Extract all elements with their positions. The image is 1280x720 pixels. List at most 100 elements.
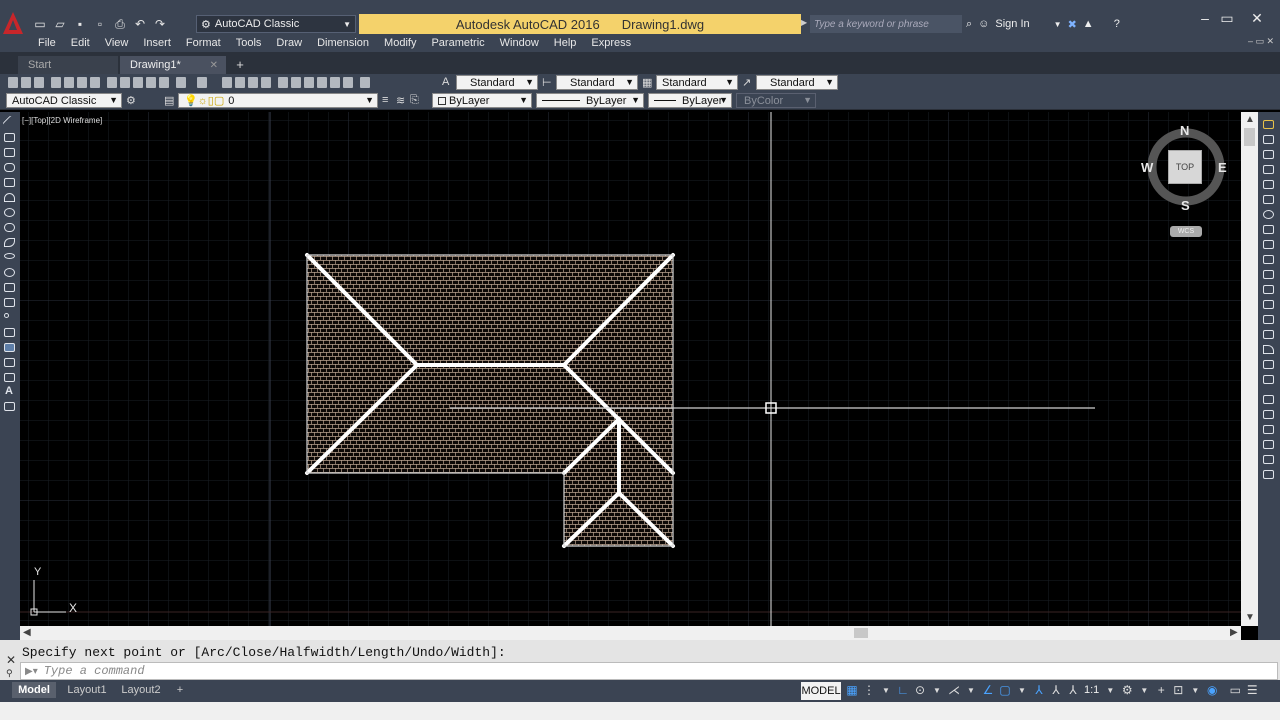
draworder-front-icon[interactable]	[1263, 395, 1274, 404]
menu-insert[interactable]: Insert	[143, 37, 171, 49]
help-icon[interactable]: ?	[1114, 18, 1120, 30]
insert-block-icon[interactable]	[4, 283, 15, 292]
layer-previous-icon[interactable]: ≋	[396, 94, 405, 107]
save-as-icon[interactable]: ▫	[92, 16, 108, 32]
menu-parametric[interactable]: Parametric	[431, 37, 484, 49]
break-icon[interactable]	[1263, 300, 1274, 309]
table-icon[interactable]	[4, 373, 15, 382]
viewcube-west[interactable]: W	[1141, 160, 1153, 175]
circle-icon[interactable]	[4, 208, 15, 217]
markup-icon[interactable]	[330, 77, 340, 88]
menu-format[interactable]: Format	[186, 37, 221, 49]
tool-palettes-icon[interactable]	[304, 77, 314, 88]
properties-icon[interactable]	[278, 77, 288, 88]
isodraft-icon[interactable]: ⋌	[948, 683, 960, 697]
command-settings-icon[interactable]: ⚲	[6, 668, 13, 679]
add-selected-icon[interactable]	[4, 402, 15, 411]
viewport-controls-label[interactable]: [−][Top][2D Wireframe]	[22, 116, 102, 125]
polygon-icon[interactable]	[4, 163, 15, 172]
new-tab-button[interactable]: +	[232, 56, 248, 72]
horizontal-scroll-thumb[interactable]	[854, 628, 868, 638]
layer-properties-icon[interactable]: ▤	[164, 94, 174, 107]
block-editor-icon[interactable]	[159, 77, 169, 88]
join-icon[interactable]	[1263, 315, 1274, 324]
command-input[interactable]: ▶▾ Type a command	[20, 662, 1278, 680]
chevron-down-icon[interactable]: ▼	[1054, 20, 1062, 29]
chevron-down-icon[interactable]: ▼	[1189, 684, 1201, 696]
snap-icon[interactable]: ⋮	[863, 683, 875, 697]
close-icon[interactable]: ✕	[6, 653, 16, 667]
menu-draw[interactable]: Draw	[276, 37, 302, 49]
chevron-down-icon[interactable]: ▼	[1138, 684, 1150, 696]
quickcalc-icon[interactable]	[343, 77, 353, 88]
copy-icon[interactable]	[120, 77, 130, 88]
menu-edit[interactable]: Edit	[71, 37, 90, 49]
scroll-up-icon[interactable]: ▲	[1245, 114, 1255, 125]
ellipse-icon[interactable]	[4, 253, 15, 259]
save-icon[interactable]: ▪	[72, 16, 88, 32]
workspace-toolbar-select[interactable]: AutoCAD Classic ▼	[6, 93, 122, 108]
menu-view[interactable]: View	[105, 37, 129, 49]
vertical-scrollbar[interactable]: ▲ ▼	[1241, 112, 1258, 626]
text-front-icon[interactable]	[1263, 455, 1274, 464]
menu-file[interactable]: File	[38, 37, 56, 49]
sheet-set-icon[interactable]	[317, 77, 327, 88]
vertical-scroll-thumb[interactable]	[1244, 128, 1255, 146]
ortho-icon[interactable]: ∟	[897, 683, 909, 697]
menu-modify[interactable]: Modify	[384, 37, 416, 49]
region-icon[interactable]	[4, 358, 15, 367]
menu-express[interactable]: Express	[591, 37, 631, 49]
autocad-logo-icon[interactable]	[2, 4, 24, 34]
chevron-down-icon[interactable]: ▼	[965, 684, 977, 696]
undo-icon[interactable]	[176, 77, 186, 88]
minimize-button[interactable]: –	[1194, 8, 1216, 28]
doc-window-controls[interactable]: – ▭ ✕	[1248, 36, 1274, 47]
tab-model[interactable]: Model	[12, 682, 56, 698]
scroll-left-icon[interactable]: ◀	[23, 627, 31, 638]
cut-icon[interactable]	[107, 77, 117, 88]
revcloud-icon[interactable]	[4, 223, 15, 232]
lineweight-select[interactable]: ByLayer ▼	[648, 93, 732, 108]
design-center-icon[interactable]	[291, 77, 301, 88]
menu-tools[interactable]: Tools	[236, 37, 262, 49]
redo-icon[interactable]: ↷	[152, 16, 168, 32]
menu-dimension[interactable]: Dimension	[317, 37, 369, 49]
scale-icon[interactable]	[1263, 225, 1274, 234]
a360-icon[interactable]	[90, 77, 100, 88]
pan-icon[interactable]	[222, 77, 232, 88]
table-style-select[interactable]: Standard ▼	[656, 75, 738, 90]
array-icon[interactable]	[1263, 180, 1274, 189]
draworder-back-icon[interactable]	[1263, 410, 1274, 419]
workspace-switching-icon[interactable]: ⚙	[1121, 683, 1133, 697]
chamfer-icon[interactable]	[1263, 330, 1274, 339]
chevron-down-icon[interactable]: ▼	[880, 684, 892, 696]
horizontal-scrollbar[interactable]: ◀ ▶	[20, 626, 1241, 640]
annotation-scale-value[interactable]: 1:1	[1084, 684, 1099, 696]
zoom-realtime-icon[interactable]	[235, 77, 245, 88]
layer-select[interactable]: 💡☼▯▢ 0 ▼	[178, 93, 378, 108]
open-file-icon[interactable]: ▱	[52, 16, 68, 32]
tab-start[interactable]: Start	[18, 56, 118, 74]
spline-icon[interactable]	[4, 238, 15, 247]
offset-icon[interactable]	[1263, 165, 1274, 174]
mleader-style-select[interactable]: Standard ▼	[756, 75, 838, 90]
plot-icon[interactable]	[51, 77, 61, 88]
point-icon[interactable]	[4, 313, 9, 318]
polyline-icon[interactable]	[4, 148, 15, 157]
model-space[interactable]	[20, 112, 1241, 626]
zoom-previous-icon[interactable]	[261, 77, 271, 88]
annotation-scale-icon[interactable]: ⅄	[1067, 683, 1079, 697]
qnew-icon[interactable]	[8, 77, 18, 88]
close-icon[interactable]: ✕	[210, 60, 218, 71]
copy-object-icon[interactable]	[1263, 135, 1274, 144]
redo-icon[interactable]	[197, 77, 207, 88]
workspace-settings-icon[interactable]: ⚙	[126, 94, 136, 107]
line-icon[interactable]	[2, 115, 17, 130]
match-properties-icon[interactable]	[146, 77, 156, 88]
draworder-under-icon[interactable]	[1263, 440, 1274, 449]
dim-style-select[interactable]: Standard ▼	[556, 75, 638, 90]
annotation-monitor-icon[interactable]: +	[1155, 683, 1167, 697]
search-input[interactable]: Type a keyword or phrase	[810, 15, 962, 33]
tab-drawing1[interactable]: Drawing1* ✕	[120, 56, 226, 74]
viewcube-top-face[interactable]: TOP	[1168, 150, 1202, 184]
